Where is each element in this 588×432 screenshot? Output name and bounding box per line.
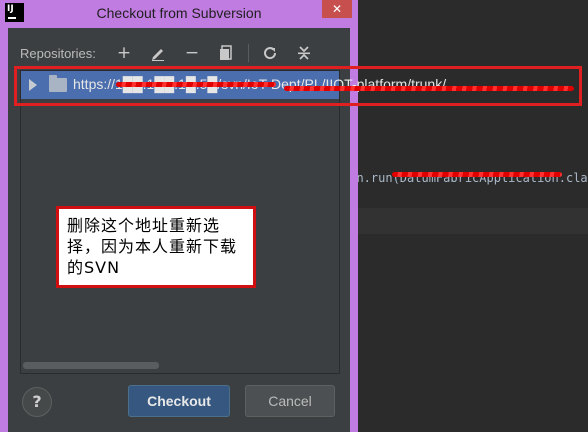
screen: ion.run(DatumFabricApplication.cla IJ Ch… bbox=[0, 0, 588, 432]
editor-current-line-highlight bbox=[358, 208, 588, 234]
collapse-all-button[interactable] bbox=[294, 42, 314, 64]
horizontal-scrollbar[interactable] bbox=[21, 359, 339, 371]
toolbar-separator bbox=[248, 44, 249, 62]
refresh-icon bbox=[264, 47, 277, 60]
help-button[interactable]: ? bbox=[22, 387, 52, 417]
scrollbar-thumb[interactable] bbox=[23, 362, 159, 369]
redaction-scribble bbox=[116, 82, 276, 87]
expand-arrow-icon[interactable] bbox=[29, 79, 37, 91]
minus-icon: − bbox=[184, 43, 200, 63]
title-bar[interactable]: IJ Checkout from Subversion ✕ bbox=[0, 0, 358, 28]
folder-icon bbox=[49, 75, 67, 92]
repositories-label: Repositories: bbox=[20, 46, 96, 61]
plus-icon: + bbox=[116, 43, 132, 63]
close-button[interactable]: ✕ bbox=[322, 0, 352, 18]
cancel-button[interactable]: Cancel bbox=[245, 385, 335, 417]
annotation-note: 删除这个地址重新选择，因为本人重新下载的SVN bbox=[56, 206, 256, 288]
add-repository-button[interactable]: + bbox=[114, 42, 134, 64]
editor-code-line: ion.run(DatumFabricApplication.cla bbox=[342, 171, 588, 185]
dialog-title: Checkout from Subversion bbox=[96, 5, 262, 21]
collapse-icon bbox=[298, 46, 310, 60]
refresh-button[interactable] bbox=[260, 42, 280, 64]
remove-repository-button[interactable]: − bbox=[182, 42, 202, 64]
browse-repository-button[interactable] bbox=[216, 42, 236, 64]
redaction-scribble bbox=[392, 172, 562, 177]
pencil-icon bbox=[152, 49, 164, 61]
window-frame-left bbox=[0, 28, 8, 432]
redaction-scribble bbox=[284, 86, 574, 91]
edit-repository-button[interactable] bbox=[148, 42, 168, 64]
document-icon bbox=[220, 45, 232, 60]
checkout-button[interactable]: Checkout bbox=[128, 385, 230, 417]
